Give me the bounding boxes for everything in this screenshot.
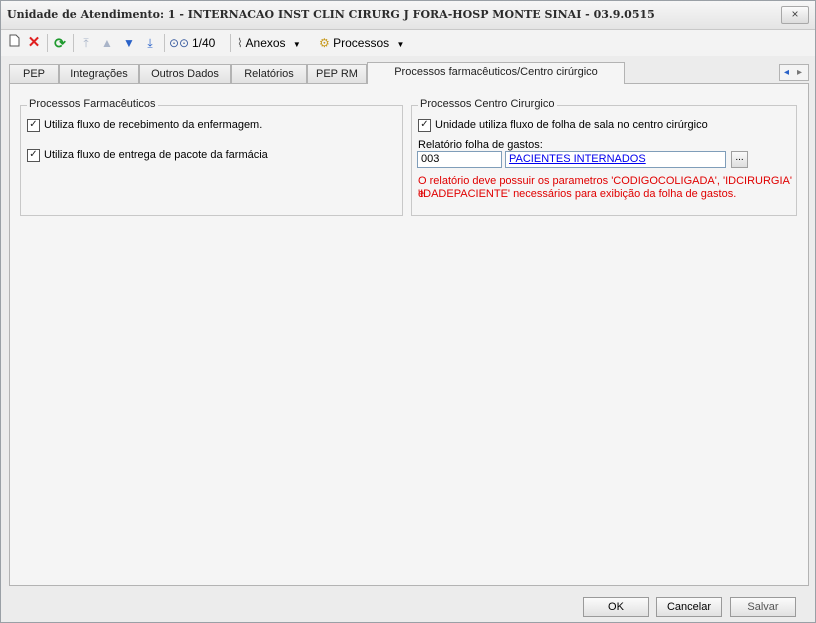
checkmark-icon: ✓ bbox=[27, 119, 40, 132]
previous-record-button[interactable]: ▲ bbox=[100, 34, 114, 52]
report-name-link[interactable]: PACIENTES INTERNADOS bbox=[509, 153, 646, 165]
save-button[interactable]: Salvar bbox=[730, 597, 796, 617]
tab-scroll-buttons: ◂ ▸ bbox=[779, 64, 809, 81]
tab-scroll-left-icon[interactable]: ◂ bbox=[784, 65, 789, 80]
last-record-button[interactable]: ⤓ bbox=[143, 34, 157, 52]
binoculars-icon: ⊙⊙ bbox=[169, 36, 190, 50]
report-warning-line-2: 'IDADEPACIENTE' necessários para exibiçã… bbox=[418, 188, 737, 200]
processos-menu-button[interactable]: ⚙ Processos ▼ bbox=[319, 34, 404, 52]
anexos-label: Anexos bbox=[245, 36, 286, 50]
report-name-field[interactable]: PACIENTES INTERNADOS bbox=[505, 151, 726, 168]
processos-label: Processos bbox=[333, 36, 390, 50]
tab-scroll-right-icon[interactable]: ▸ bbox=[797, 65, 802, 80]
close-button[interactable]: × bbox=[781, 6, 809, 24]
first-record-button[interactable]: ⤒ bbox=[79, 34, 93, 52]
tab-content-panel: Processos Farmacêuticos ✓ Utiliza fluxo … bbox=[9, 83, 809, 586]
entrega-pacote-label: Utiliza fluxo de entrega de pacote da fa… bbox=[44, 149, 268, 161]
checkmark-icon: ✓ bbox=[418, 119, 431, 132]
tab-outros-dados[interactable]: Outros Dados bbox=[139, 64, 231, 83]
toolbar-separator bbox=[47, 34, 48, 52]
tab-relatorios[interactable]: Relatórios bbox=[231, 64, 307, 83]
ok-button[interactable]: OK bbox=[583, 597, 649, 617]
folha-sala-label: Unidade utiliza fluxo de folha de sala n… bbox=[435, 119, 708, 131]
chevron-down-icon: ▼ bbox=[396, 40, 405, 49]
browse-report-button[interactable]: ... bbox=[731, 151, 748, 168]
next-record-button[interactable]: ▼ bbox=[122, 34, 136, 52]
first-record-icon: ⤒ bbox=[83, 36, 89, 50]
tab-pep-rm[interactable]: PEP RM bbox=[307, 64, 367, 83]
tab-pep[interactable]: PEP bbox=[9, 64, 59, 83]
window-title: Unidade de Atendimento: 1 - INTERNACAO I… bbox=[7, 8, 655, 21]
tab-integracoes[interactable]: Integrações bbox=[59, 64, 139, 83]
tab-strip: PEP Integrações Outros Dados Relatórios … bbox=[9, 62, 809, 84]
tab-processos-farmaceuticos[interactable]: Processos farmacêuticos/Centro cirúrgico bbox=[367, 62, 625, 84]
recebimento-enfermagem-label: Utiliza fluxo de recebimento da enfermag… bbox=[44, 119, 263, 131]
delete-button[interactable]: ✕ bbox=[26, 34, 42, 52]
title-bar: Unidade de Atendimento: 1 - INTERNACAO I… bbox=[1, 1, 815, 30]
report-code-field[interactable]: 003 bbox=[417, 151, 502, 168]
gears-icon: ⚙ bbox=[319, 36, 330, 50]
toolbar: ✕ ⟳ ⤒ ▲ ▼ ⤓ ⊙⊙ 1/40 ⌇ Anexos ▼ ⚙ Process… bbox=[1, 30, 815, 56]
record-counter: 1/40 bbox=[192, 36, 216, 50]
checkmark-icon: ✓ bbox=[27, 149, 40, 162]
toolbar-separator bbox=[164, 34, 165, 52]
new-record-button[interactable] bbox=[7, 34, 21, 52]
paperclip-icon: ⌇ bbox=[237, 36, 243, 50]
last-record-icon: ⤓ bbox=[147, 36, 153, 50]
find-button[interactable]: ⊙⊙ bbox=[169, 34, 189, 52]
relatorio-folha-gastos-label: Relatório folha de gastos: bbox=[418, 139, 543, 151]
farmaceuticos-group-title: Processos Farmacêuticos bbox=[27, 98, 158, 110]
centro-cirurgico-group-title: Processos Centro Cirurgico bbox=[418, 98, 557, 110]
arrow-down-icon: ▼ bbox=[123, 36, 135, 50]
refresh-icon: ⟳ bbox=[54, 35, 66, 51]
farmaceuticos-group: Processos Farmacêuticos ✓ Utiliza fluxo … bbox=[20, 98, 403, 216]
arrow-up-icon: ▲ bbox=[101, 36, 113, 50]
new-document-icon bbox=[9, 34, 19, 47]
toolbar-separator bbox=[73, 34, 74, 52]
refresh-button[interactable]: ⟳ bbox=[52, 34, 68, 52]
centro-cirurgico-group: Processos Centro Cirurgico ✓ Unidade uti… bbox=[411, 98, 797, 216]
delete-x-icon: ✕ bbox=[27, 34, 41, 51]
cancel-button[interactable]: Cancelar bbox=[656, 597, 722, 617]
chevron-down-icon: ▼ bbox=[292, 40, 301, 49]
dialog-window: Unidade de Atendimento: 1 - INTERNACAO I… bbox=[0, 0, 816, 623]
anexos-menu-button[interactable]: ⌇ Anexos ▼ bbox=[237, 34, 301, 52]
toolbar-separator bbox=[230, 34, 231, 52]
